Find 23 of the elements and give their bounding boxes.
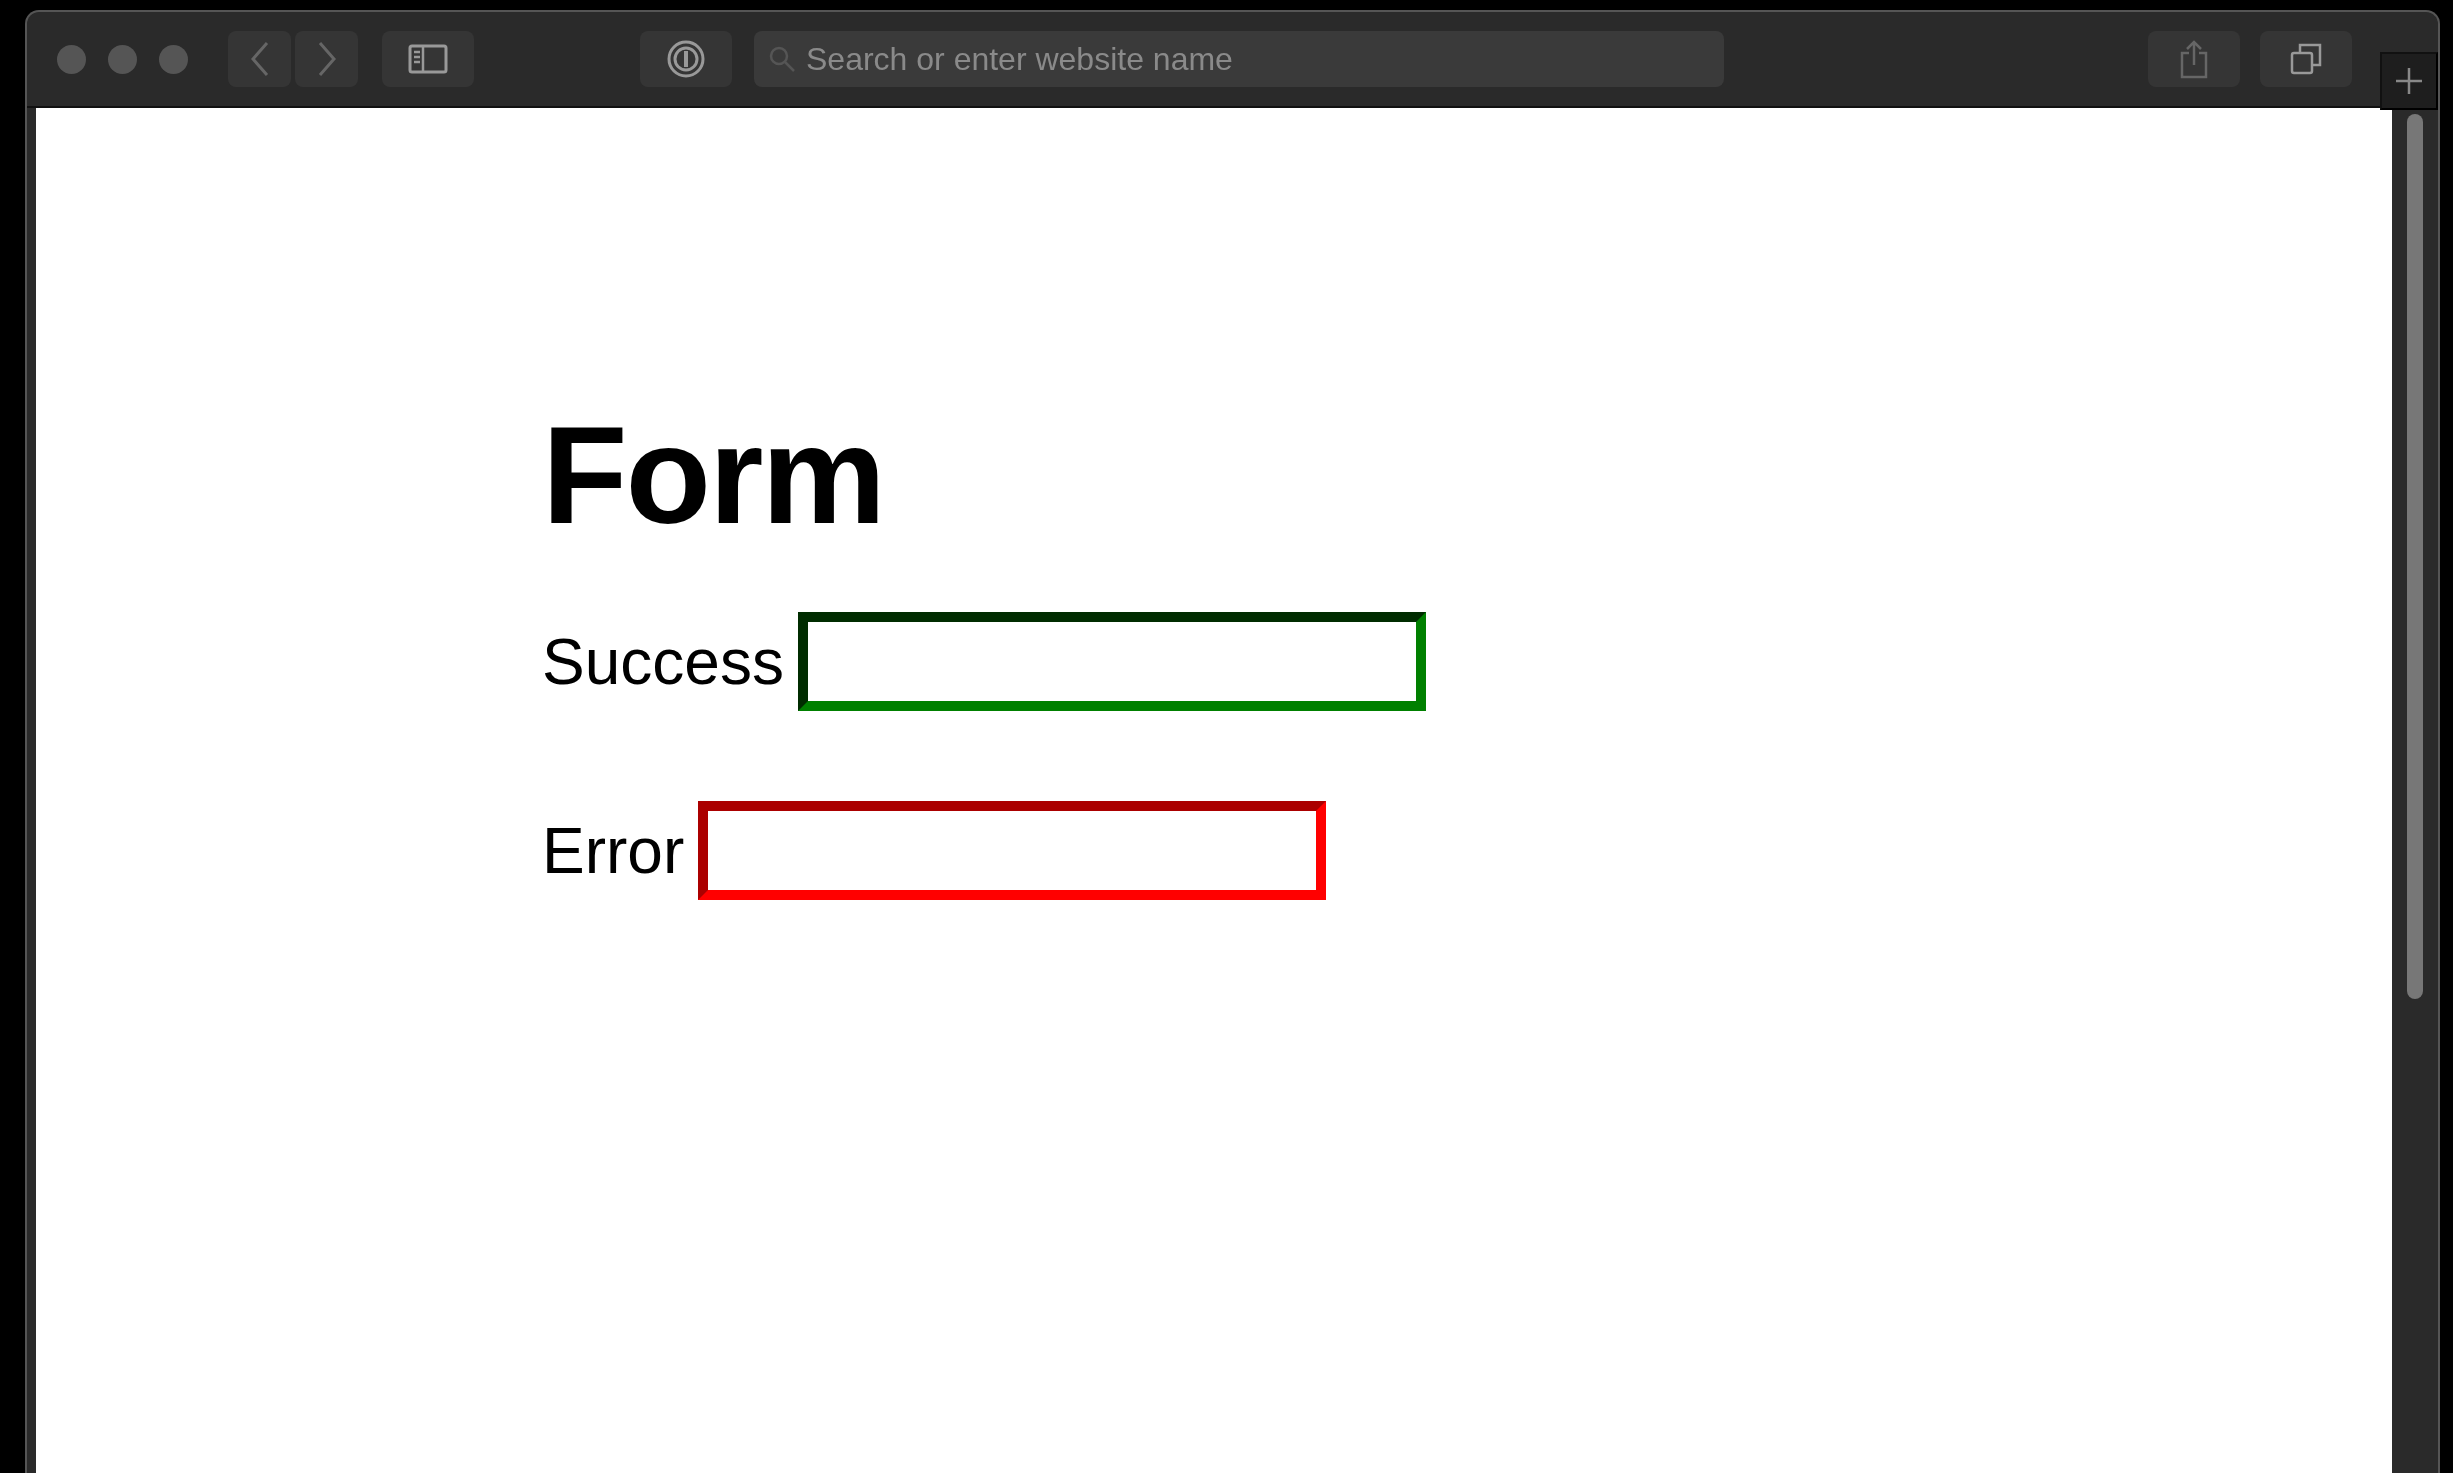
close-window-button[interactable] xyxy=(57,44,86,74)
back-button[interactable] xyxy=(228,31,291,87)
keyhole-circle-icon xyxy=(666,39,706,79)
zoom-window-button[interactable] xyxy=(159,44,188,74)
minimize-window-button[interactable] xyxy=(108,44,137,74)
forward-button[interactable] xyxy=(295,31,358,87)
chevron-left-icon xyxy=(248,41,271,77)
new-tab-button[interactable] xyxy=(2380,52,2438,110)
field-label: Error xyxy=(542,813,685,889)
password-manager-button[interactable] xyxy=(640,31,732,87)
sidebar-button[interactable] xyxy=(382,31,474,87)
search-icon xyxy=(768,45,796,73)
tabs-overview-button[interactable] xyxy=(2260,31,2352,87)
tabs-icon xyxy=(2289,42,2323,76)
sidebar-icon xyxy=(408,44,448,74)
share-icon xyxy=(2179,39,2209,79)
field-label: Success xyxy=(542,624,784,700)
share-button[interactable] xyxy=(2148,31,2240,87)
page-heading: Form xyxy=(542,398,885,552)
input-field[interactable] xyxy=(797,612,1426,711)
plus-icon xyxy=(2394,66,2424,96)
input-field[interactable] xyxy=(698,801,1327,900)
scrollbar-thumb[interactable] xyxy=(2407,114,2423,999)
